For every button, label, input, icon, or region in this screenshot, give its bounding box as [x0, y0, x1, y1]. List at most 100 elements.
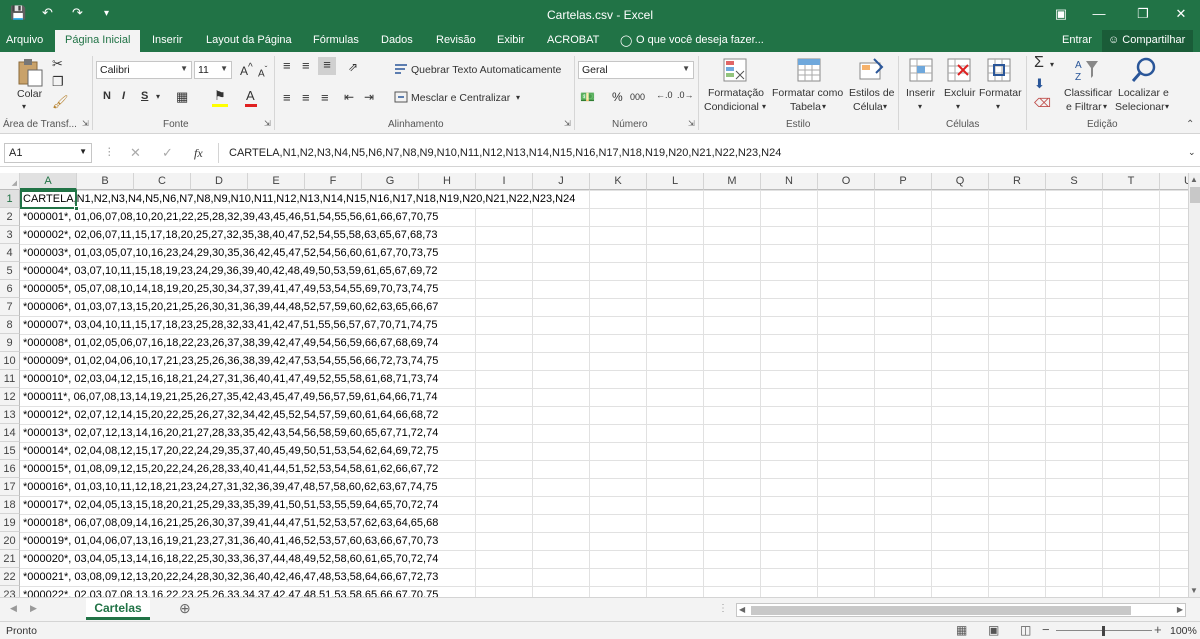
column-header[interactable]: R — [989, 173, 1046, 190]
cell-a21[interactable]: *000020*, 03,04,05,13,14,16,18,22,25,30,… — [22, 551, 439, 568]
select-all-corner[interactable]: ◢ — [0, 173, 20, 190]
autosum-icon[interactable]: Σ — [1034, 54, 1044, 72]
tab-arquivo[interactable]: Arquivo — [6, 34, 43, 46]
row-header[interactable]: 8 — [0, 316, 20, 334]
wrap-text-button[interactable]: Quebrar Texto Automaticamente — [411, 64, 561, 76]
tab-layout[interactable]: Layout da Página — [206, 34, 292, 46]
formula-input[interactable]: CARTELA,N1,N2,N3,N4,N5,N6,N7,N8,N9,N10,N… — [218, 143, 1198, 163]
format-cells-icon[interactable] — [986, 57, 1012, 83]
share-button[interactable]: ☺ Compartilhar — [1102, 30, 1194, 52]
tab-dados[interactable]: Dados — [381, 34, 413, 46]
scroll-up-icon[interactable]: ▲ — [1190, 175, 1198, 184]
sort-filter-icon[interactable]: AZ — [1074, 57, 1100, 83]
insert-button[interactable]: Inserir — [906, 87, 935, 99]
conditional-formatting-icon[interactable] — [722, 57, 748, 83]
cell-styles-icon[interactable] — [858, 57, 884, 83]
sheet-tab-cartelas[interactable]: Cartelas — [86, 598, 150, 620]
tab-revisao[interactable]: Revisão — [436, 34, 476, 46]
normal-view-icon[interactable]: ▦ — [956, 623, 967, 637]
row-header[interactable]: 12 — [0, 388, 20, 406]
next-sheet-icon[interactable]: ▶ — [30, 603, 37, 614]
row-header[interactable]: 19 — [0, 514, 20, 532]
zoom-in-icon[interactable]: + — [1154, 622, 1162, 637]
scroll-left-icon[interactable]: ◀ — [739, 605, 745, 614]
cell-a7[interactable]: *000006*, 01,03,07,13,15,20,21,25,26,30,… — [22, 299, 439, 316]
cell-a9[interactable]: *000008*, 01,02,05,06,07,16,18,22,23,26,… — [22, 335, 439, 352]
format-as-table-icon[interactable] — [796, 57, 822, 83]
horizontal-scroll-thumb[interactable] — [751, 606, 1131, 615]
confirm-entry-icon[interactable]: ✓ — [162, 145, 173, 161]
currency-icon[interactable]: 💵 — [580, 90, 595, 104]
conditional-formatting-button[interactable]: Formatação — [708, 87, 764, 99]
column-header[interactable]: U — [1160, 173, 1188, 190]
row-header[interactable]: 15 — [0, 442, 20, 460]
percent-button[interactable]: % — [612, 90, 623, 104]
align-left-icon[interactable]: ≡ — [283, 90, 291, 105]
zoom-level[interactable]: 100% — [1170, 625, 1197, 637]
page-break-view-icon[interactable]: ◫ — [1020, 623, 1031, 637]
tab-acrobat[interactable]: ACROBAT — [547, 34, 599, 46]
insert-cells-icon[interactable] — [908, 57, 934, 83]
cancel-entry-icon[interactable]: ✕ — [130, 145, 141, 161]
paste-icon[interactable] — [16, 58, 44, 88]
cell-a11[interactable]: *000010*, 02,03,04,12,15,16,18,21,24,27,… — [22, 371, 439, 388]
column-header[interactable]: C — [134, 173, 191, 190]
cell-a12[interactable]: *000011*, 06,07,08,13,14,19,21,25,26,27,… — [22, 389, 438, 406]
prev-sheet-icon[interactable]: ◀ — [10, 603, 17, 614]
tell-me-input[interactable]: O que você deseja fazer... — [636, 34, 764, 46]
row-header[interactable]: 9 — [0, 334, 20, 352]
row-header[interactable]: 22 — [0, 568, 20, 586]
cell-a20[interactable]: *000019*, 01,04,06,07,13,16,19,21,23,27,… — [22, 533, 439, 550]
italic-button[interactable]: I — [122, 90, 125, 102]
font-name-select[interactable]: Calibri ▼ — [96, 61, 192, 79]
cut-icon[interactable]: ✂ — [52, 56, 63, 72]
fill-handle[interactable] — [74, 206, 79, 211]
merge-dropdown-icon[interactable]: ▾ — [516, 93, 520, 102]
row-header[interactable]: 10 — [0, 352, 20, 370]
insert-function-button[interactable]: fx — [194, 146, 203, 161]
clear-icon[interactable]: ⌫ — [1034, 96, 1051, 110]
cell-a16[interactable]: *000015*, 01,08,09,12,15,20,22,24,26,28,… — [22, 461, 439, 478]
column-header[interactable]: G — [362, 173, 419, 190]
tab-split-handle[interactable]: ⋮ — [718, 603, 728, 614]
collapse-ribbon-icon[interactable]: ⌃ — [1186, 119, 1194, 130]
row-header[interactable]: 18 — [0, 496, 20, 514]
cell-a13[interactable]: *000012*, 02,07,12,14,15,20,22,25,26,27,… — [22, 407, 439, 424]
column-header[interactable]: H — [419, 173, 476, 190]
decrease-indent-icon[interactable]: ⇤ — [344, 90, 354, 104]
column-header[interactable]: B — [77, 173, 134, 190]
tab-pagina-inicial[interactable]: Página Inicial — [55, 30, 141, 52]
column-header[interactable]: M — [704, 173, 761, 190]
column-header[interactable]: N — [761, 173, 818, 190]
column-header[interactable]: E — [248, 173, 305, 190]
alignment-launcher-icon[interactable]: ⇲ — [564, 119, 571, 128]
shrink-font-icon[interactable]: Aˇ — [258, 64, 267, 79]
column-header[interactable]: T — [1103, 173, 1160, 190]
find-select-icon[interactable] — [1130, 56, 1158, 84]
cell-a23[interactable]: *000022*, 02,03,07,08,13,16,22,23,25,26,… — [22, 587, 439, 597]
delete-button[interactable]: Excluir — [944, 87, 976, 99]
zoom-out-icon[interactable]: − — [1042, 622, 1050, 637]
fill-icon[interactable]: ⬇ — [1034, 76, 1045, 92]
row-header[interactable]: 17 — [0, 478, 20, 496]
format-button[interactable]: Formatar — [979, 87, 1022, 99]
column-header[interactable]: S — [1046, 173, 1103, 190]
align-center-icon[interactable]: ≡ — [302, 90, 310, 105]
new-sheet-icon[interactable]: ⊕ — [179, 600, 191, 617]
copy-icon[interactable]: ❐ — [52, 74, 64, 90]
format-as-table-button[interactable]: Formatar como — [772, 87, 843, 99]
increase-indent-icon[interactable]: ⇥ — [364, 90, 374, 104]
decrease-decimal-icon[interactable]: .0→ — [677, 90, 694, 100]
column-header[interactable]: P — [875, 173, 932, 190]
name-box[interactable]: A1 ▼ — [4, 143, 92, 163]
tab-inserir[interactable]: Inserir — [152, 34, 183, 46]
row-header[interactable]: 3 — [0, 226, 20, 244]
grow-font-icon[interactable]: A^ — [240, 62, 253, 78]
find-select-button[interactable]: Localizar e — [1118, 87, 1169, 99]
row-header[interactable]: 7 — [0, 298, 20, 316]
cell-a18[interactable]: *000017*, 02,04,05,13,15,18,20,21,25,29,… — [22, 497, 439, 514]
row-header[interactable]: 21 — [0, 550, 20, 568]
row-header[interactable]: 2 — [0, 208, 20, 226]
page-layout-view-icon[interactable]: ▣ — [988, 623, 999, 637]
tab-exibir[interactable]: Exibir — [497, 34, 525, 46]
